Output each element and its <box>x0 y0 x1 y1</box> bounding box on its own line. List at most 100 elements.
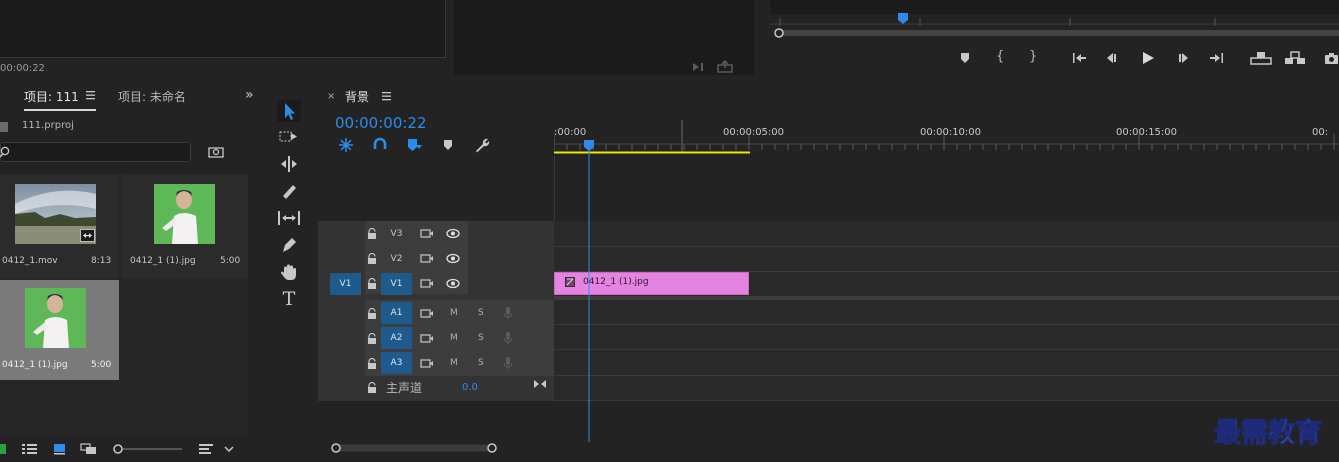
microphone-icon[interactable] <box>503 331 513 345</box>
lock-track-icon[interactable] <box>367 358 377 369</box>
search-input[interactable] <box>0 142 191 162</box>
add-marker-button[interactable] <box>958 51 972 65</box>
program-playhead-icon[interactable] <box>897 13 909 25</box>
snap-icon[interactable] <box>338 137 354 153</box>
export-frame-icon[interactable] <box>716 60 734 74</box>
lock-track-icon[interactable] <box>367 382 377 393</box>
freeform-view-icon[interactable] <box>80 443 98 455</box>
selection-tool-icon[interactable] <box>277 100 301 122</box>
step-forward-button[interactable] <box>1176 51 1190 65</box>
new-search-bin-icon[interactable] <box>208 145 224 159</box>
sequence-tab[interactable]: 背景 <box>345 88 369 105</box>
track-select-tool-icon[interactable] <box>279 128 299 146</box>
track-row-a1[interactable] <box>554 300 1339 325</box>
chevron-down-icon[interactable] <box>224 444 234 454</box>
mute-button[interactable]: M <box>450 333 458 343</box>
go-to-in-button[interactable] <box>1071 51 1087 65</box>
expand-panels-icon[interactable]: » <box>245 87 254 103</box>
solo-button[interactable]: S <box>478 333 484 343</box>
item-name: 0412_1.mov <box>2 256 58 266</box>
track-target-a2[interactable]: A2 <box>381 327 412 349</box>
bin-grid: 0412_1.mov 8:13 0412_1 (1).jpg 5:00 0412… <box>0 174 248 462</box>
zoom-slider[interactable] <box>112 443 182 455</box>
playhead[interactable] <box>583 140 595 442</box>
list-item[interactable]: 0412_1.mov 8:13 <box>0 174 119 278</box>
source-patch-v1[interactable]: V1 <box>330 273 361 295</box>
close-icon[interactable]: × <box>327 91 335 102</box>
lock-track-icon[interactable] <box>367 228 377 239</box>
track-row-v3[interactable] <box>554 221 1339 247</box>
mark-out-button[interactable]: } <box>1029 49 1037 64</box>
list-view-icon[interactable] <box>22 443 38 455</box>
razor-tool-icon[interactable] <box>279 182 299 200</box>
track-row-a2[interactable] <box>554 325 1339 350</box>
track-row-master[interactable] <box>554 376 1339 401</box>
extract-button[interactable] <box>1284 50 1306 66</box>
pen-tool-icon[interactable] <box>279 236 299 254</box>
timeline-zoom-scrollbar[interactable] <box>330 442 500 454</box>
time-ruler[interactable] <box>554 120 1339 156</box>
tab-project-untitled[interactable]: 项目: 未命名 <box>118 88 186 105</box>
timeline-timecode[interactable]: 00:00:00:22 <box>335 114 427 132</box>
go-to-end-icon[interactable] <box>533 378 547 390</box>
lock-icon[interactable] <box>0 444 6 454</box>
list-item[interactable]: 0412_1 (1).jpg 5:00 <box>0 280 119 380</box>
source-viewer <box>0 0 446 58</box>
master-volume-value[interactable]: 0.0 <box>462 382 478 393</box>
track-row-a3[interactable] <box>554 350 1339 376</box>
add-marker-button[interactable] <box>442 139 454 151</box>
tab-menu-icon[interactable] <box>86 90 96 100</box>
wrench-icon[interactable] <box>474 137 490 153</box>
eye-icon[interactable] <box>446 228 460 239</box>
video-badge-icon <box>80 229 95 242</box>
ripple-edit-tool-icon[interactable] <box>279 155 299 173</box>
go-to-out-button[interactable] <box>1209 51 1225 65</box>
track-target-v3[interactable]: V3 <box>381 223 412 245</box>
hand-tool-icon[interactable] <box>279 263 299 281</box>
lock-track-icon[interactable] <box>367 308 377 319</box>
mute-button[interactable]: M <box>450 358 458 368</box>
track-row-v2[interactable] <box>554 247 1339 272</box>
fx-badge-icon <box>565 277 575 287</box>
insert-icon[interactable] <box>691 60 707 74</box>
ruler-label: 00: <box>1312 127 1329 138</box>
step-back-button[interactable] <box>1105 51 1119 65</box>
program-scrollbar[interactable] <box>774 28 1339 38</box>
lock-track-icon[interactable] <box>367 278 377 289</box>
microphone-icon[interactable] <box>503 356 513 370</box>
watermark-logo: 最需教育 <box>1214 418 1323 450</box>
solo-button[interactable]: S <box>478 358 484 368</box>
icon-view-icon[interactable] <box>53 443 67 455</box>
sort-icon[interactable] <box>199 443 215 455</box>
track-target-a1[interactable]: A1 <box>381 302 412 324</box>
type-tool-icon[interactable]: T <box>279 289 299 309</box>
sync-lock-icon[interactable] <box>420 253 434 264</box>
track-target-v2[interactable]: V2 <box>381 248 412 270</box>
list-item[interactable]: 0412_1 (1).jpg 5:00 <box>122 174 248 278</box>
track-target-a3[interactable]: A3 <box>381 352 412 374</box>
add-marker-timeline-icon[interactable] <box>406 137 424 153</box>
track-target-v1[interactable]: V1 <box>381 273 412 295</box>
sync-lock-icon[interactable] <box>420 358 434 369</box>
sync-lock-icon[interactable] <box>420 333 434 344</box>
export-frame-icon[interactable] <box>1324 51 1339 65</box>
mute-button[interactable]: M <box>450 308 458 318</box>
microphone-icon[interactable] <box>503 306 513 320</box>
ruler-label: 00:00:15:00 <box>1116 127 1178 138</box>
eye-icon[interactable] <box>446 253 460 264</box>
linked-selection-icon[interactable] <box>372 137 388 153</box>
solo-button[interactable]: S <box>478 308 484 318</box>
play-button[interactable] <box>1140 50 1156 66</box>
tab-menu-icon[interactable] <box>382 91 392 101</box>
item-duration: 5:00 <box>220 256 241 266</box>
mark-in-button[interactable]: { <box>996 49 1004 64</box>
sync-lock-icon[interactable] <box>420 228 434 239</box>
eye-icon[interactable] <box>446 278 460 289</box>
sync-lock-icon[interactable] <box>420 308 434 319</box>
lock-track-icon[interactable] <box>367 253 377 264</box>
slip-tool-icon[interactable] <box>277 209 301 227</box>
item-name: 0412_1 (1).jpg <box>2 360 68 370</box>
lift-button[interactable] <box>1250 50 1272 66</box>
lock-track-icon[interactable] <box>367 333 377 344</box>
sync-lock-icon[interactable] <box>420 278 434 289</box>
